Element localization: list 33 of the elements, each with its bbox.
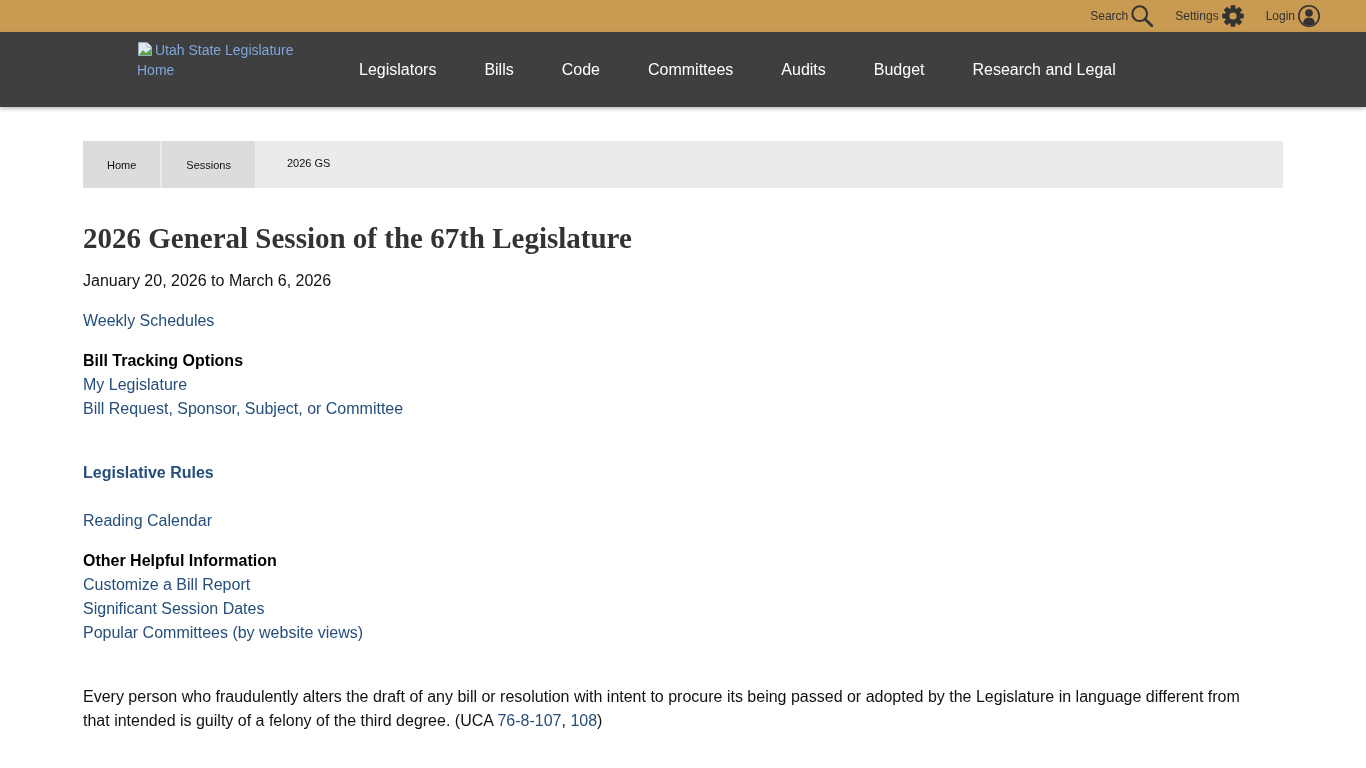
page-link[interactable]: Weekly Schedules: [83, 309, 215, 333]
login-link[interactable]: Login: [1265, 5, 1320, 27]
search-icon: [1131, 5, 1154, 27]
settings-link[interactable]: Settings: [1175, 5, 1244, 27]
page-link[interactable]: Significant Session Dates: [83, 597, 265, 621]
statute-link[interactable]: 108: [570, 712, 598, 729]
section-heading: Bill Tracking Options: [83, 351, 244, 371]
nav-link[interactable]: Budget: [849, 60, 949, 79]
breadcrumb-link[interactable]: Sessions: [162, 141, 255, 188]
page-link[interactable]: Bill Request, Sponsor, Subject, or Committee: [83, 397, 404, 421]
session-dates: January 20, 2026 to March 6, 2026: [83, 271, 333, 291]
nav-link[interactable]: Code: [537, 60, 624, 79]
page-link[interactable]: Reading Calendar: [83, 509, 212, 533]
user-icon: [1298, 5, 1320, 27]
page-title: 2026 General Session of the 67th Legislature: [83, 222, 633, 254]
nav-link[interactable]: Legislators: [335, 60, 461, 79]
search-link[interactable]: Search: [1090, 5, 1154, 27]
nav-link[interactable]: Committees: [623, 60, 758, 79]
page-link[interactable]: Popular Committees (by website views): [83, 621, 364, 645]
page-link[interactable]: Customize a Bill Report: [83, 573, 251, 597]
breadcrumb-link[interactable]: Home: [83, 141, 161, 188]
gear-icon: [1221, 5, 1244, 27]
nav-link[interactable]: Research and Legal: [948, 60, 1140, 79]
notice-paragraph: Every person who fraudulently alters the draft of any bill or resolution with intent to procure its being passed or adopted by the Legislature in language different from that intended is guilty of a felony of the third degree. (UCA 76-8-107, 108): [83, 687, 1241, 731]
section-link[interactable]: Legislative Rules: [83, 461, 214, 485]
logo-alt-text[interactable]: Utah State Legislature Home: [137, 40, 313, 80]
nav-link[interactable]: Audits: [757, 60, 850, 79]
current-page-label: 2026 GS: [286, 155, 331, 171]
page-link[interactable]: My Legislature: [83, 373, 188, 397]
nav-link[interactable]: Bills: [460, 60, 538, 79]
statute-link[interactable]: 76-8-107: [497, 712, 562, 729]
section-heading: Other Helpful Information: [83, 551, 277, 571]
broken-image-icon: [137, 41, 153, 57]
